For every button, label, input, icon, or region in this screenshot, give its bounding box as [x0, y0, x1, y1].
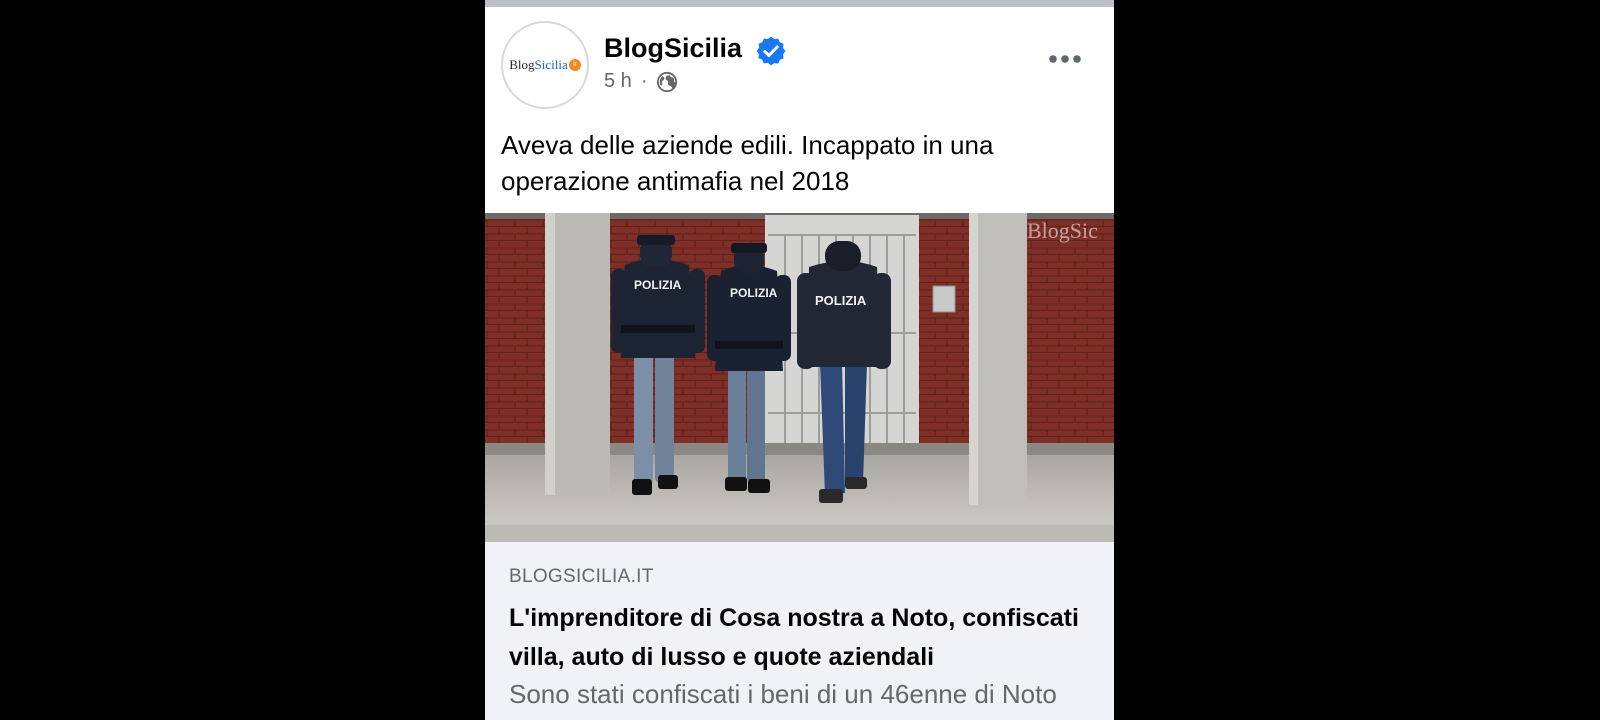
- link-domain: BLOGSICILIA.IT: [509, 566, 654, 587]
- logo-badge: it: [568, 59, 581, 71]
- logo-text-blog: Blog: [509, 57, 535, 72]
- page-name[interactable]: BlogSicilia: [604, 33, 742, 64]
- officer-label-3: POLIZIA: [815, 293, 867, 308]
- officer-label-1: POLIZIA: [634, 278, 682, 292]
- globe-icon: [657, 71, 678, 92]
- post-caption: Aveva delle aziende edili. Incappato in …: [501, 130, 994, 196]
- officer-label-2: POLIZIA: [730, 286, 778, 300]
- link-preview[interactable]: BLOGSICILIA.IT L'imprenditore di Cosa no…: [485, 542, 1114, 720]
- link-headline[interactable]: L'imprenditore di Cosa nostra a Noto, co…: [509, 599, 1079, 677]
- post-image[interactable]: POLIZIA POLIZIA POLIZIA BlogSic: [485, 213, 1114, 542]
- image-watermark: BlogSic: [1027, 218, 1098, 243]
- more-options-icon[interactable]: [1045, 47, 1085, 71]
- blogsicilia-logo: Blog Sicilia it: [509, 57, 581, 73]
- police-officers-photo: POLIZIA POLIZIA POLIZIA BlogSic: [485, 213, 1114, 542]
- logo-text-sicilia: Sicilia: [534, 57, 568, 72]
- facebook-post: Blog Sicilia it BlogSicilia 5 h · Aveva de…: [485, 0, 1114, 720]
- post-meta: 5 h ·: [604, 70, 678, 93]
- verified-badge-icon: [756, 36, 786, 66]
- page-avatar[interactable]: Blog Sicilia it: [501, 21, 589, 109]
- link-description: Sono stati confiscati i beni di un 46enn…: [509, 679, 1057, 709]
- meta-separator: ·: [640, 70, 648, 92]
- post-time[interactable]: 5 h: [604, 70, 632, 93]
- top-divider: [485, 0, 1114, 7]
